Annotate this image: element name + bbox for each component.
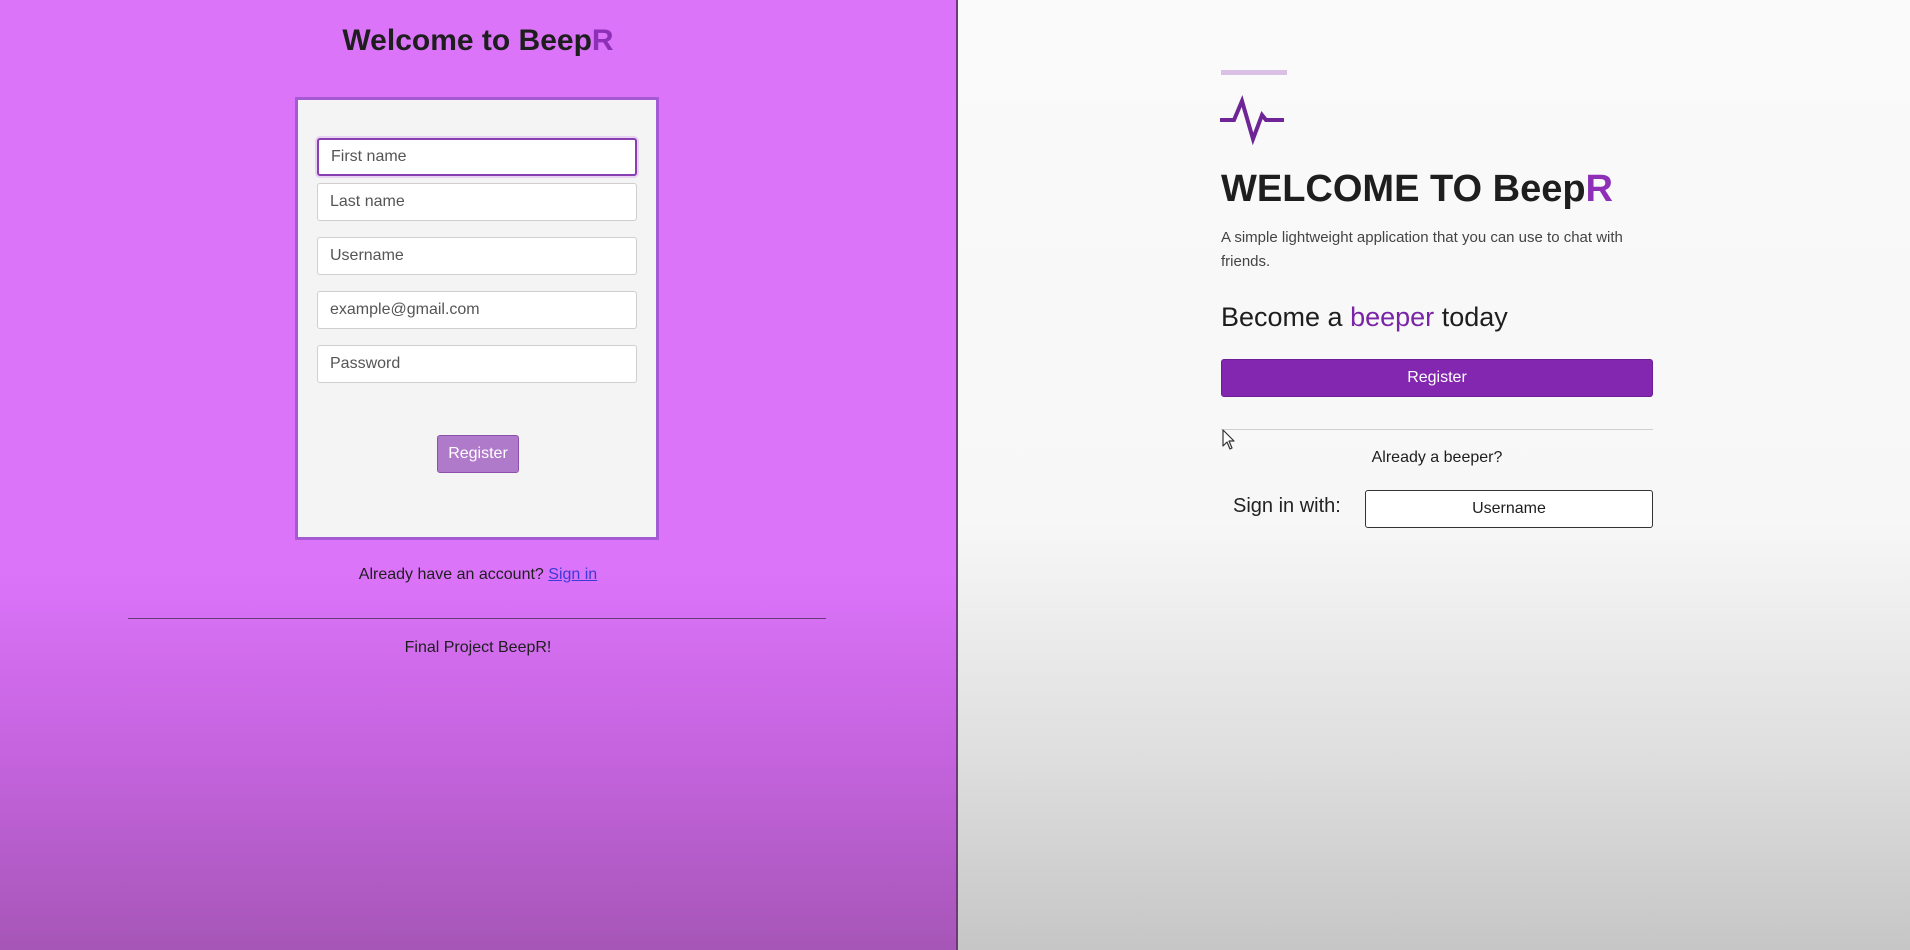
username-input[interactable] xyxy=(317,237,637,275)
sign-in-username-button[interactable]: Username xyxy=(1365,490,1653,528)
register-submit-button[interactable]: Register xyxy=(437,435,519,473)
footer-divider xyxy=(128,618,826,619)
right-pane: WELCOME TO BeepR A simple lightweight ap… xyxy=(958,0,1910,950)
pulse-line-icon xyxy=(1220,95,1284,145)
become-accent: beeper xyxy=(1350,302,1435,332)
sign-in-link[interactable]: Sign in xyxy=(548,566,597,583)
register-button[interactable]: Register xyxy=(1221,359,1653,397)
become-prefix: Become a xyxy=(1221,302,1343,332)
email-input[interactable] xyxy=(317,291,637,329)
app-description: A simple lightweight application that yo… xyxy=(1221,229,1623,270)
section-divider xyxy=(1221,429,1653,430)
left-pane: Welcome to BeepR Register Already have a… xyxy=(0,0,956,950)
accent-bar xyxy=(1221,70,1287,75)
sign-in-with-label: Sign in with: xyxy=(1233,495,1341,517)
right-title-prefix: WELCOME TO Beep xyxy=(1221,168,1586,210)
sign-in-prompt: Already have an account? Sign in xyxy=(0,566,956,584)
right-title-accent: R xyxy=(1585,168,1613,210)
last-name-input[interactable] xyxy=(317,183,637,221)
have-account-text: Already have an account? xyxy=(358,566,544,583)
become-heading: Become a beeper today xyxy=(1221,302,1508,333)
left-title-accent: R xyxy=(591,24,614,57)
first-name-input[interactable] xyxy=(317,138,637,176)
left-title-prefix: Welcome to Beep xyxy=(342,24,592,57)
footer-text: Final Project BeepR! xyxy=(404,639,552,656)
already-beeper-text: Already a beeper? xyxy=(1371,449,1503,466)
mouse-pointer-icon xyxy=(1222,429,1235,450)
registration-card: Register xyxy=(295,97,659,540)
password-input[interactable] xyxy=(317,345,637,383)
become-suffix: today xyxy=(1441,302,1508,332)
right-page-title: WELCOME TO BeepR xyxy=(1221,168,1613,211)
left-page-title: Welcome to BeepR xyxy=(0,24,956,58)
